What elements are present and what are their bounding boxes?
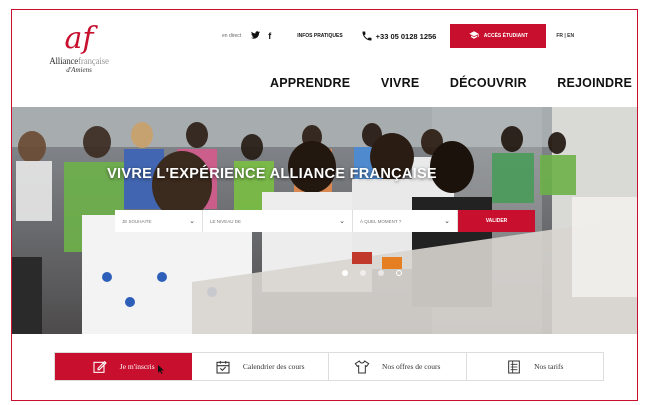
chevron-down-icon: ⌄ <box>339 218 345 225</box>
mouse-cursor-icon <box>158 365 164 374</box>
tab-register-label: Je m'inscris <box>119 362 155 371</box>
nav-item-rejoindre[interactable]: REJOINDRE <box>557 76 632 90</box>
slide-dot[interactable] <box>360 270 366 276</box>
graduation-cap-icon <box>469 30 479 42</box>
select-level-value: LE NIVEAU DE <box>210 218 242 224</box>
live-label[interactable]: en direct <box>222 33 241 39</box>
hero-title: VIVRE L'EXPÉRIENCE ALLIANCE FRANÇAISE <box>107 166 437 182</box>
shirt-icon <box>354 359 370 373</box>
course-search-bar: JE SOUHAITE ⌄ LE NIVEAU DE ⌄ À QUEL MOME… <box>115 210 535 232</box>
nav-item-vivre[interactable]: VIVRE <box>381 76 420 90</box>
hero-banner: VIVRE L'EXPÉRIENCE ALLIANCE FRANÇAISE JE… <box>12 107 637 334</box>
tab-calendar-label: Calendrier des cours <box>242 362 305 371</box>
tab-prices-label: Nos tarifs <box>534 362 564 371</box>
logo-city: d'Amiens <box>66 66 92 74</box>
nav-item-apprendre[interactable]: APPRENDRE <box>270 76 350 90</box>
nav-item-decouvrir[interactable]: DÉCOUVRIR <box>450 76 527 90</box>
slide-dot[interactable] <box>378 270 384 276</box>
logo-name-strong: Alliance <box>49 56 79 66</box>
language-switch[interactable]: FR | EN <box>556 33 574 39</box>
select-intent[interactable]: JE SOUHAITE ⌄ <box>115 210 203 232</box>
tab-course-offers[interactable]: Nos offres de cours <box>329 353 467 380</box>
alliance-logo[interactable]: af Alliancefrançaise d'Amiens <box>34 21 124 75</box>
slide-dot[interactable] <box>342 270 348 276</box>
top-bar: en direct f INFOS PRATIQUES +33 05 0128 … <box>222 24 632 48</box>
chevron-down-icon: ⌄ <box>189 218 195 225</box>
select-level[interactable]: LE NIVEAU DE ⌄ <box>203 210 353 232</box>
chevron-down-icon: ⌄ <box>444 218 450 225</box>
edit-icon <box>93 360 107 373</box>
tab-course-offers-label: Nos offres de cours <box>382 362 441 371</box>
logo-name: Alliancefrançaise <box>34 56 124 66</box>
select-time[interactable]: À QUEL MOMENT ? ⌄ <box>353 210 458 232</box>
slider-dots <box>342 270 402 276</box>
calendar-icon <box>216 360 230 374</box>
page-frame: af Alliancefrançaise d'Amiens en direct … <box>11 9 638 401</box>
price-list-icon <box>508 360 520 373</box>
phone-icon <box>362 31 372 41</box>
select-time-value: À QUEL MOMENT ? <box>360 218 402 224</box>
logo-mark: af <box>64 21 94 56</box>
tab-register[interactable]: Je m'inscris <box>55 353 192 380</box>
student-access-button[interactable]: ACCÈS ÉTUDIANT <box>450 24 547 48</box>
phone-number[interactable]: +33 05 0128 1256 <box>376 32 437 41</box>
logo-name-light: française <box>78 56 109 66</box>
student-access-label: ACCÈS ÉTUDIANT <box>483 33 528 39</box>
select-intent-value: JE SOUHAITE <box>122 218 152 224</box>
slide-dot[interactable] <box>396 270 402 276</box>
info-link[interactable]: INFOS PRATIQUES <box>297 33 342 39</box>
tab-calendar[interactable]: Calendrier des cours <box>191 353 329 380</box>
validate-button[interactable]: VALIDER <box>458 210 535 232</box>
facebook-icon[interactable]: f <box>268 31 271 41</box>
quick-links: Je m'inscris Calendrier des cours Nos of… <box>54 352 604 381</box>
twitter-icon[interactable] <box>251 31 261 41</box>
main-nav: APPRENDRE VIVRE DÉCOUVRIR REJOINDRE <box>270 76 632 90</box>
tab-prices[interactable]: Nos tarifs <box>466 353 603 380</box>
